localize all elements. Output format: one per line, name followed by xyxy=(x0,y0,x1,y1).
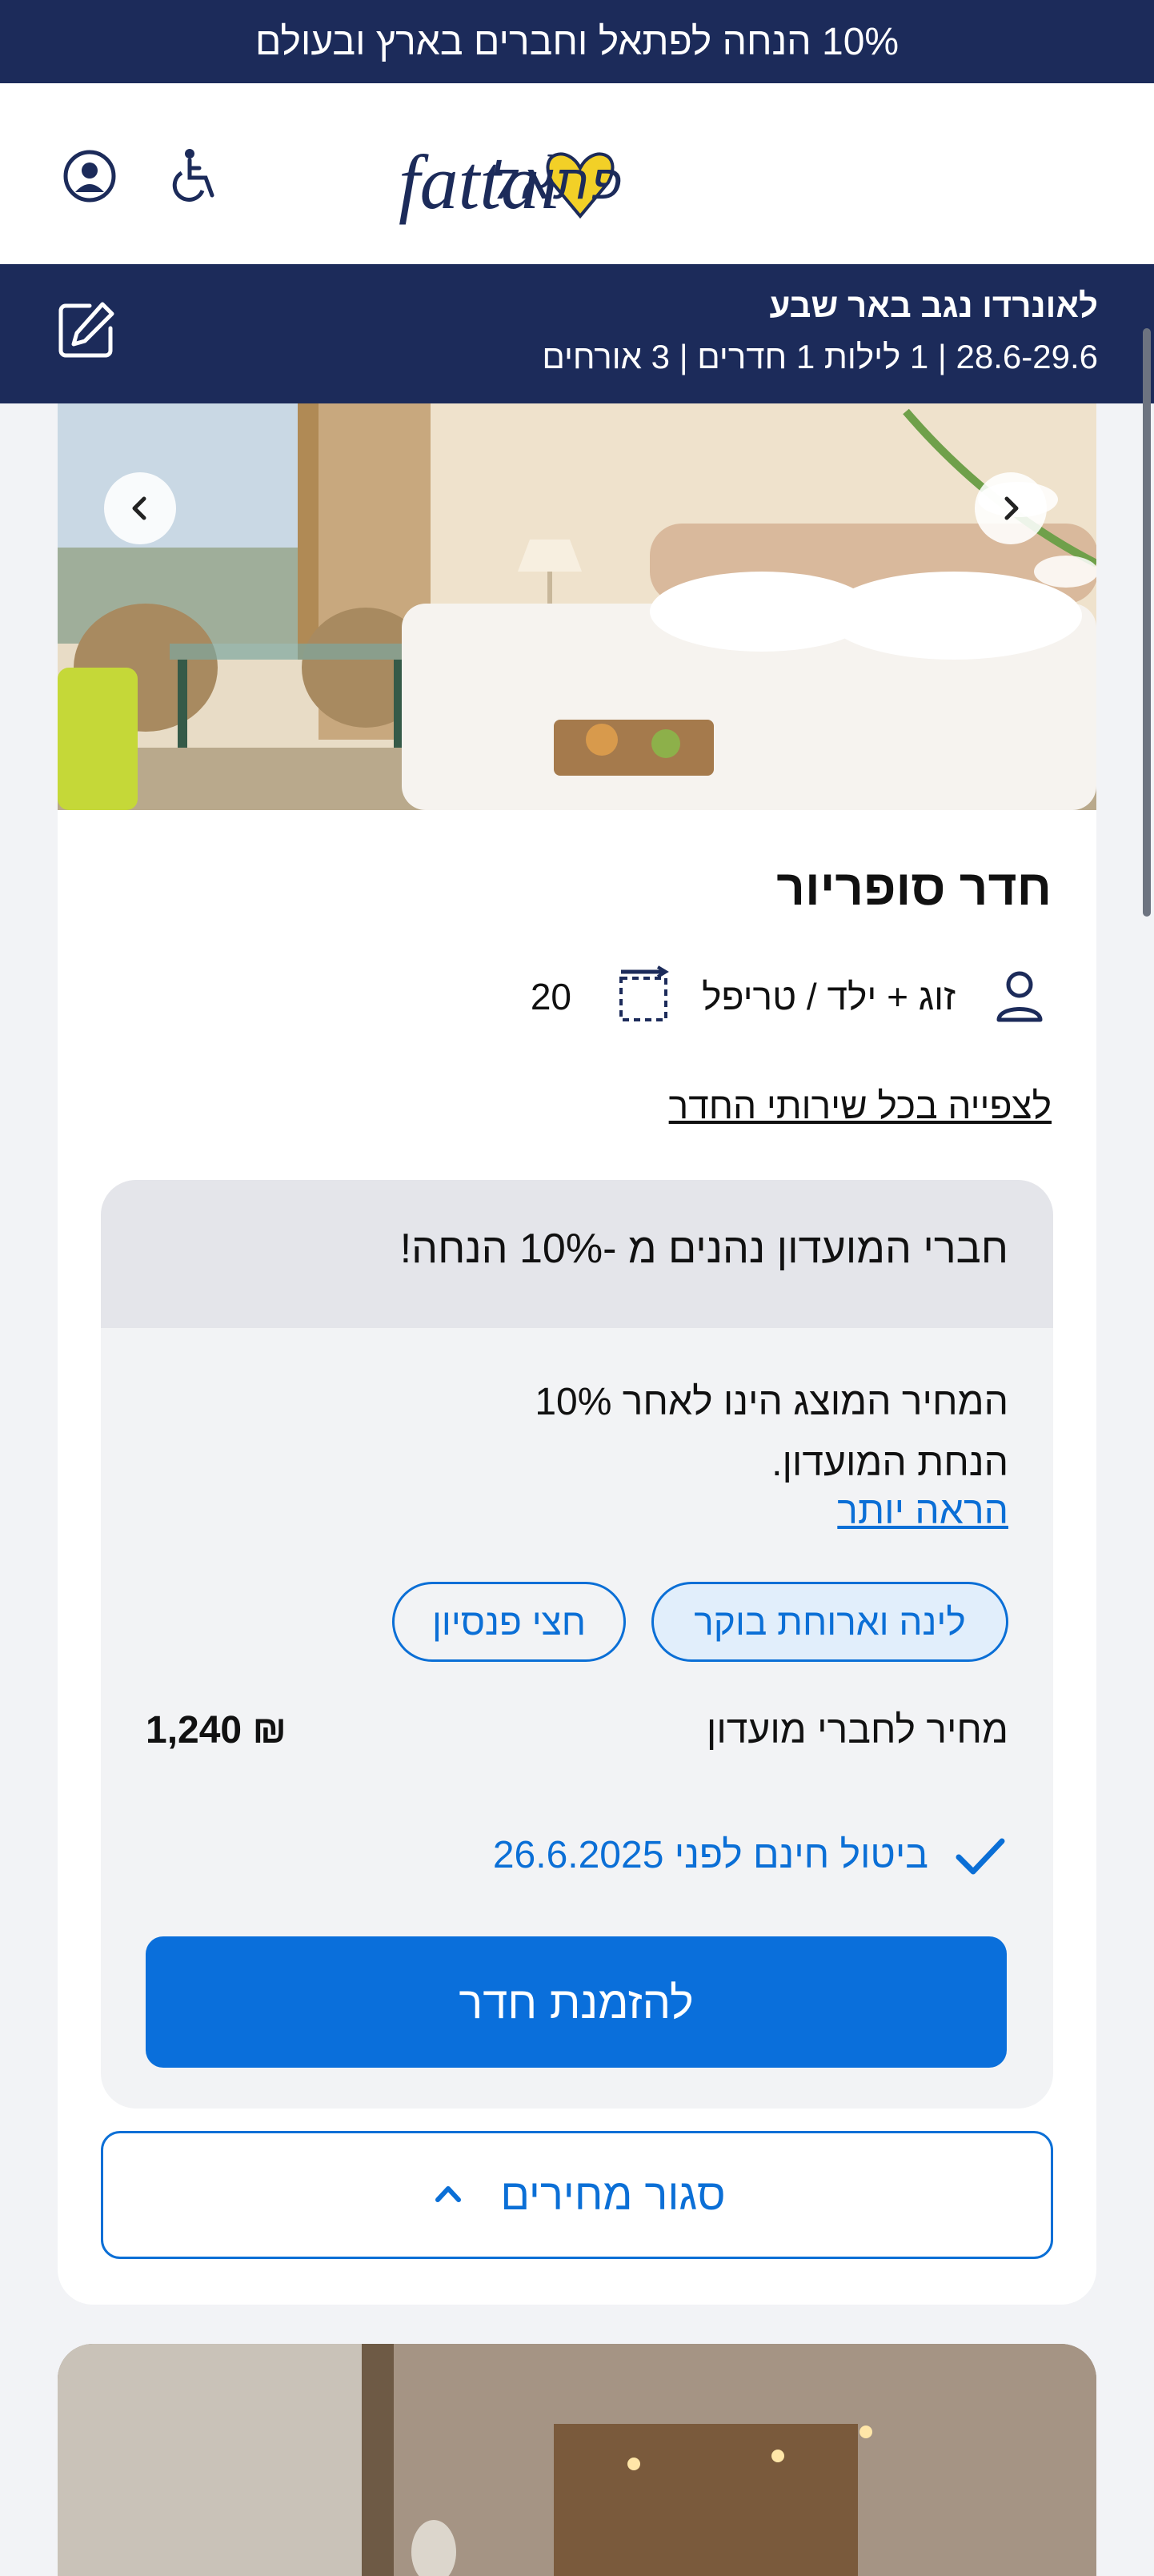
stay-details: 28.6-29.6 | 1 לילות 1 חדרים | 3 אורחים xyxy=(542,338,1098,375)
free-cancellation-text: ביטול חינם לפני 26.6.2025 xyxy=(492,1834,928,1876)
club-header-text: חברי המועדון נהנים מ -10% הנחה! xyxy=(399,1226,1008,1272)
account-icon[interactable] xyxy=(58,144,122,208)
fattal-logo[interactable]: fattal פתאל xyxy=(392,112,768,248)
board-option-bb[interactable]: לינה וארוחת בוקר xyxy=(651,1582,1008,1662)
person-icon xyxy=(988,964,1052,1032)
hotel-name: לאונרדו נגב באר שבע xyxy=(769,287,1098,324)
price-value: ₪ 1,240 xyxy=(146,1709,286,1751)
room-title: חדר סופריור xyxy=(776,861,1052,916)
cancellation-row: ביטול חינם לפני 26.6.2025 xyxy=(368,1828,1008,1884)
search-summary-bar[interactable]: לאונרדו נגב באר שבע 28.6-29.6 | 1 לילות … xyxy=(0,264,1154,403)
book-room-button[interactable]: להזמנת חדר xyxy=(146,1936,1007,2068)
room-occupancy: זוג + ילד / טריפל xyxy=(702,976,956,1017)
photo-next-button[interactable] xyxy=(975,472,1047,544)
close-prices-label: סגור מחירים xyxy=(500,2171,726,2219)
room-card: חדר סופריור זוג + ילד / טריפל 20 לצפייה … xyxy=(58,403,1096,2305)
chevron-left-icon xyxy=(132,496,146,520)
club-header: חברי המועדון נהנים מ -10% הנחה! xyxy=(101,1180,1053,1328)
checkmark-icon xyxy=(952,1828,1008,1888)
room-size-icon xyxy=(611,964,675,1032)
rate-box: חברי המועדון נהנים מ -10% הנחה! המחיר המ… xyxy=(101,1180,1053,2109)
read-more-link[interactable]: הראה יותר xyxy=(837,1489,1008,1533)
promo-banner: 10% הנחה לפתאל וחברים בארץ ובעולם xyxy=(0,0,1154,83)
discount-note: המחיר המוצג הינו לאחר 10% הנחת המועדון. xyxy=(535,1381,1008,1484)
board-option-half-board[interactable]: חצי פנסיון xyxy=(392,1582,626,1662)
promo-text: 10% הנחה לפתאל וחברים בארץ ובעולם xyxy=(254,20,900,63)
edit-icon[interactable] xyxy=(54,298,118,362)
price-label: מחיר לחברי מועדון xyxy=(706,1709,1008,1751)
page-scrollbar[interactable] xyxy=(1143,328,1151,917)
next-room-photo[interactable] xyxy=(58,2344,1096,2576)
chevron-up-icon xyxy=(428,2170,468,2220)
room-features: זוג + ילד / טריפל 20 xyxy=(491,964,1052,1036)
chevron-right-icon xyxy=(1004,496,1019,520)
room-photo[interactable] xyxy=(58,403,1096,810)
photo-prev-button[interactable] xyxy=(104,472,176,544)
room-services-link[interactable]: לצפייה בכל שירותי החדר xyxy=(669,1084,1052,1127)
room-size: 20 xyxy=(530,976,571,1017)
close-prices-button[interactable]: סגור מחירים xyxy=(101,2131,1053,2259)
svg-text:פתאל: פתאל xyxy=(487,150,622,211)
accessibility-icon[interactable] xyxy=(164,144,228,208)
